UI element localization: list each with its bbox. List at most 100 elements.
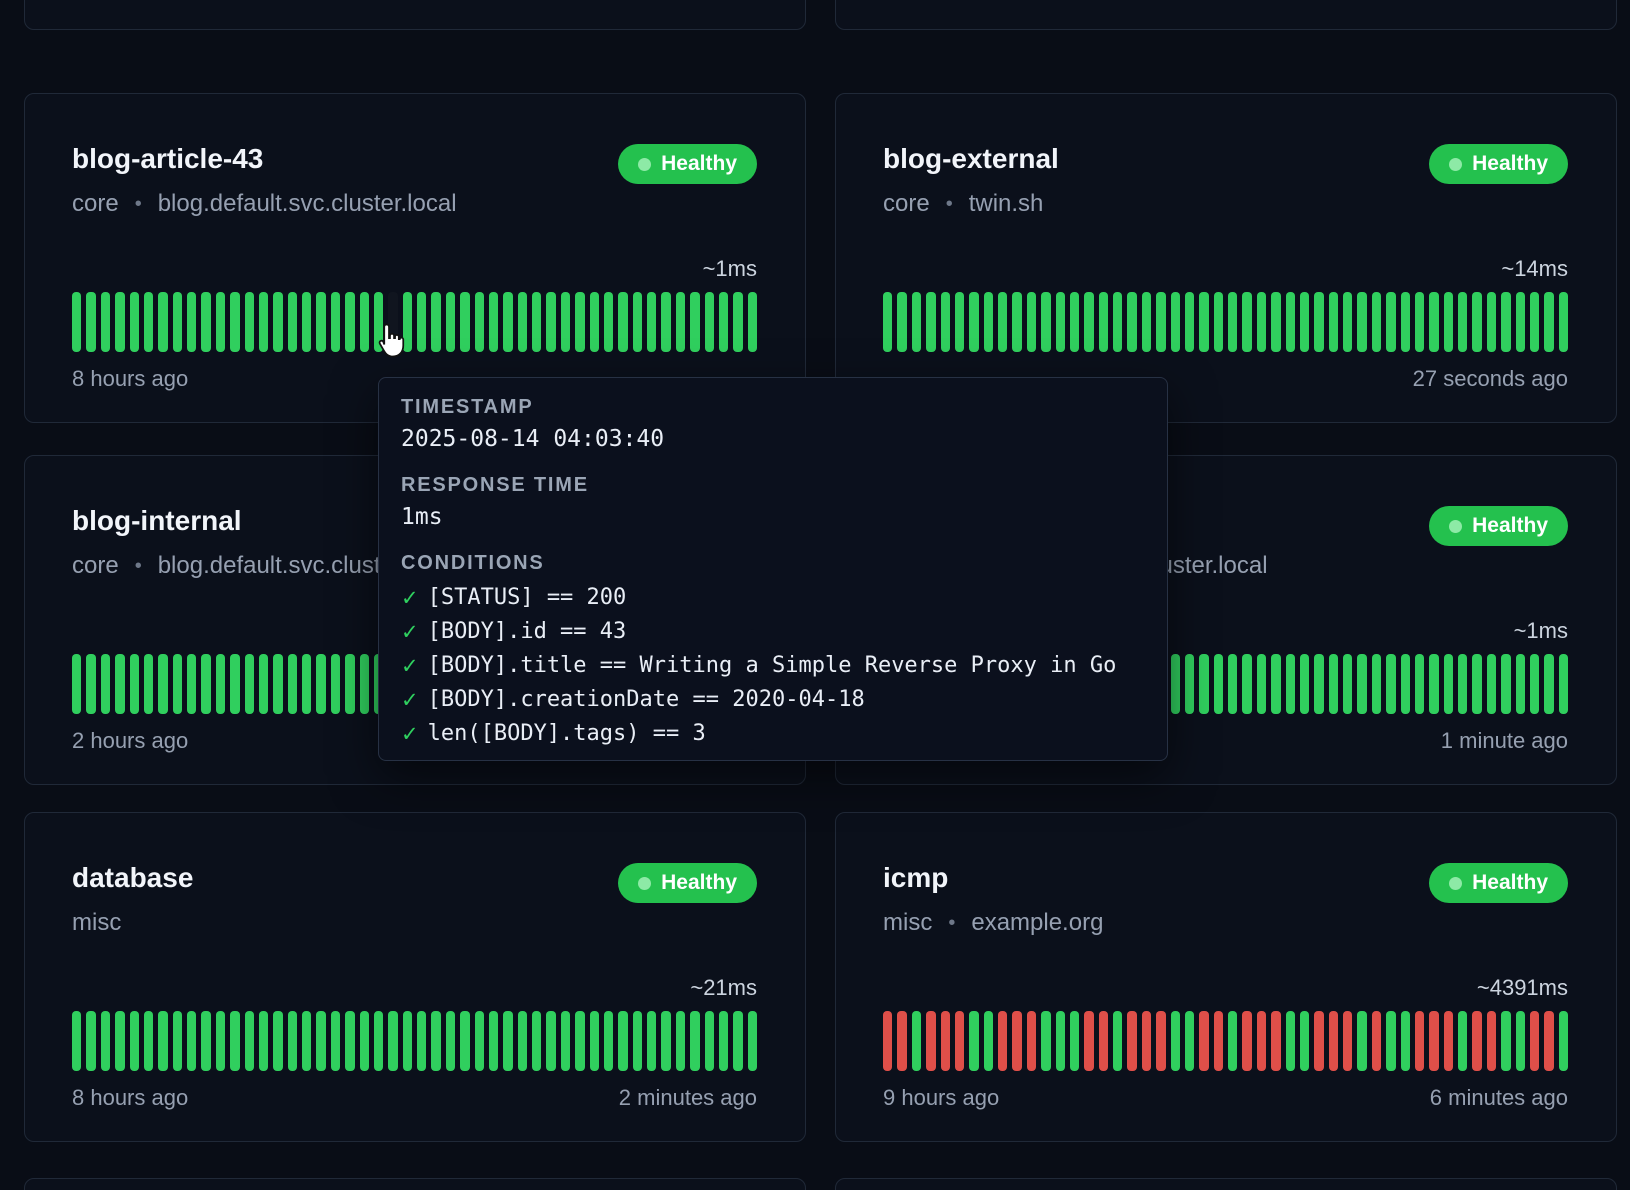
uptime-bar[interactable]: [1487, 1011, 1496, 1071]
uptime-bar[interactable]: [604, 1011, 613, 1071]
uptime-bar[interactable]: [1012, 292, 1021, 352]
uptime-bar[interactable]: [288, 1011, 297, 1071]
partial-card-top-right[interactable]: [835, 0, 1617, 30]
uptime-bar[interactable]: [158, 1011, 167, 1071]
uptime-bar[interactable]: [230, 1011, 239, 1071]
uptime-bar[interactable]: [158, 292, 167, 352]
uptime-bar[interactable]: [201, 654, 210, 714]
uptime-bar[interactable]: [1271, 292, 1280, 352]
uptime-bar[interactable]: [969, 1011, 978, 1071]
uptime-bar[interactable]: [216, 654, 225, 714]
uptime-bar[interactable]: [331, 1011, 340, 1071]
uptime-bar[interactable]: [661, 292, 670, 352]
uptime-bar[interactable]: [1199, 1011, 1208, 1071]
uptime-bar[interactable]: [1559, 1011, 1568, 1071]
uptime-bar[interactable]: [561, 1011, 570, 1071]
uptime-bar[interactable]: [345, 292, 354, 352]
uptime-bar[interactable]: [518, 292, 527, 352]
uptime-bar[interactable]: [1386, 654, 1395, 714]
uptime-bar[interactable]: [1458, 654, 1467, 714]
uptime-bar[interactable]: [245, 292, 254, 352]
uptime-bar[interactable]: [245, 1011, 254, 1071]
uptime-bar[interactable]: [1242, 292, 1251, 352]
uptime-bar[interactable]: [1156, 292, 1165, 352]
uptime-bar[interactable]: [431, 292, 440, 352]
uptime-bar[interactable]: [661, 1011, 670, 1071]
uptime-bar[interactable]: [984, 292, 993, 352]
uptime-bar[interactable]: [1171, 1011, 1180, 1071]
uptime-bar[interactable]: [1516, 654, 1525, 714]
uptime-bar[interactable]: [273, 654, 282, 714]
uptime-bar[interactable]: [1343, 292, 1352, 352]
service-card[interactable]: blog-external core • twin.sh Healthy ~14…: [835, 93, 1617, 423]
uptime-bar[interactable]: [374, 1011, 383, 1071]
uptime-bar[interactable]: [173, 292, 182, 352]
uptime-bar[interactable]: [1012, 1011, 1021, 1071]
uptime-bar[interactable]: [1214, 292, 1223, 352]
uptime-bar[interactable]: [1286, 654, 1295, 714]
uptime-bar[interactable]: [1357, 654, 1366, 714]
uptime-bar[interactable]: [1084, 1011, 1093, 1071]
uptime-bar[interactable]: [561, 292, 570, 352]
uptime-bar[interactable]: [1142, 292, 1151, 352]
uptime-bar[interactable]: [618, 1011, 627, 1071]
service-card[interactable]: icmp misc • example.org Healthy ~4391ms …: [835, 812, 1617, 1142]
uptime-bar[interactable]: [575, 292, 584, 352]
uptime-bar[interactable]: [1401, 292, 1410, 352]
uptime-bar[interactable]: [259, 1011, 268, 1071]
uptime-bar[interactable]: [360, 654, 369, 714]
uptime-bar[interactable]: [101, 292, 110, 352]
uptime-bar[interactable]: [1501, 654, 1510, 714]
uptime-bar[interactable]: [1429, 292, 1438, 352]
uptime-bar[interactable]: [1314, 654, 1323, 714]
uptime-bar[interactable]: [1415, 1011, 1424, 1071]
uptime-bar[interactable]: [984, 1011, 993, 1071]
uptime-bar[interactable]: [1357, 1011, 1366, 1071]
uptime-bar[interactable]: [1444, 292, 1453, 352]
uptime-bar[interactable]: [690, 292, 699, 352]
uptime-bar[interactable]: [1487, 292, 1496, 352]
uptime-bar[interactable]: [302, 292, 311, 352]
uptime-bar[interactable]: [1271, 1011, 1280, 1071]
uptime-bar[interactable]: [1372, 1011, 1381, 1071]
uptime-bar[interactable]: [676, 292, 685, 352]
uptime-bar[interactable]: [158, 654, 167, 714]
uptime-bar[interactable]: [1415, 292, 1424, 352]
uptime-bar[interactable]: [633, 292, 642, 352]
uptime-bar[interactable]: [719, 1011, 728, 1071]
uptime-bar[interactable]: [1027, 292, 1036, 352]
uptime-bar[interactable]: [403, 1011, 412, 1071]
uptime-bar[interactable]: [955, 292, 964, 352]
uptime-bar[interactable]: [489, 292, 498, 352]
uptime-bar[interactable]: [431, 1011, 440, 1071]
uptime-bar[interactable]: [331, 654, 340, 714]
uptime-bar[interactable]: [1386, 1011, 1395, 1071]
uptime-bar[interactable]: [1242, 654, 1251, 714]
uptime-bar[interactable]: [360, 292, 369, 352]
uptime-bar[interactable]: [1329, 654, 1338, 714]
uptime-bar[interactable]: [230, 654, 239, 714]
uptime-bar[interactable]: [748, 1011, 757, 1071]
uptime-bar[interactable]: [130, 1011, 139, 1071]
uptime-bar[interactable]: [1314, 292, 1323, 352]
uptime-bar[interactable]: [1084, 292, 1093, 352]
uptime-bar[interactable]: [647, 292, 656, 352]
uptime-bar[interactable]: [475, 1011, 484, 1071]
uptime-bar[interactable]: [489, 1011, 498, 1071]
uptime-bar[interactable]: [115, 292, 124, 352]
uptime-bar[interactable]: [1070, 1011, 1079, 1071]
uptime-bar[interactable]: [201, 1011, 210, 1071]
uptime-bar[interactable]: [1501, 1011, 1510, 1071]
uptime-bar[interactable]: [1228, 1011, 1237, 1071]
uptime-bar[interactable]: [1415, 654, 1424, 714]
uptime-bar[interactable]: [705, 292, 714, 352]
uptime-bar[interactable]: [216, 292, 225, 352]
uptime-bar[interactable]: [446, 1011, 455, 1071]
uptime-bar[interactable]: [259, 654, 268, 714]
uptime-bar[interactable]: [1171, 292, 1180, 352]
uptime-bar[interactable]: [302, 654, 311, 714]
uptime-bar[interactable]: [618, 292, 627, 352]
service-card[interactable]: database misc • Healthy ~21ms 8 hours ag…: [24, 812, 806, 1142]
uptime-bar[interactable]: [546, 292, 555, 352]
uptime-bar[interactable]: [926, 292, 935, 352]
